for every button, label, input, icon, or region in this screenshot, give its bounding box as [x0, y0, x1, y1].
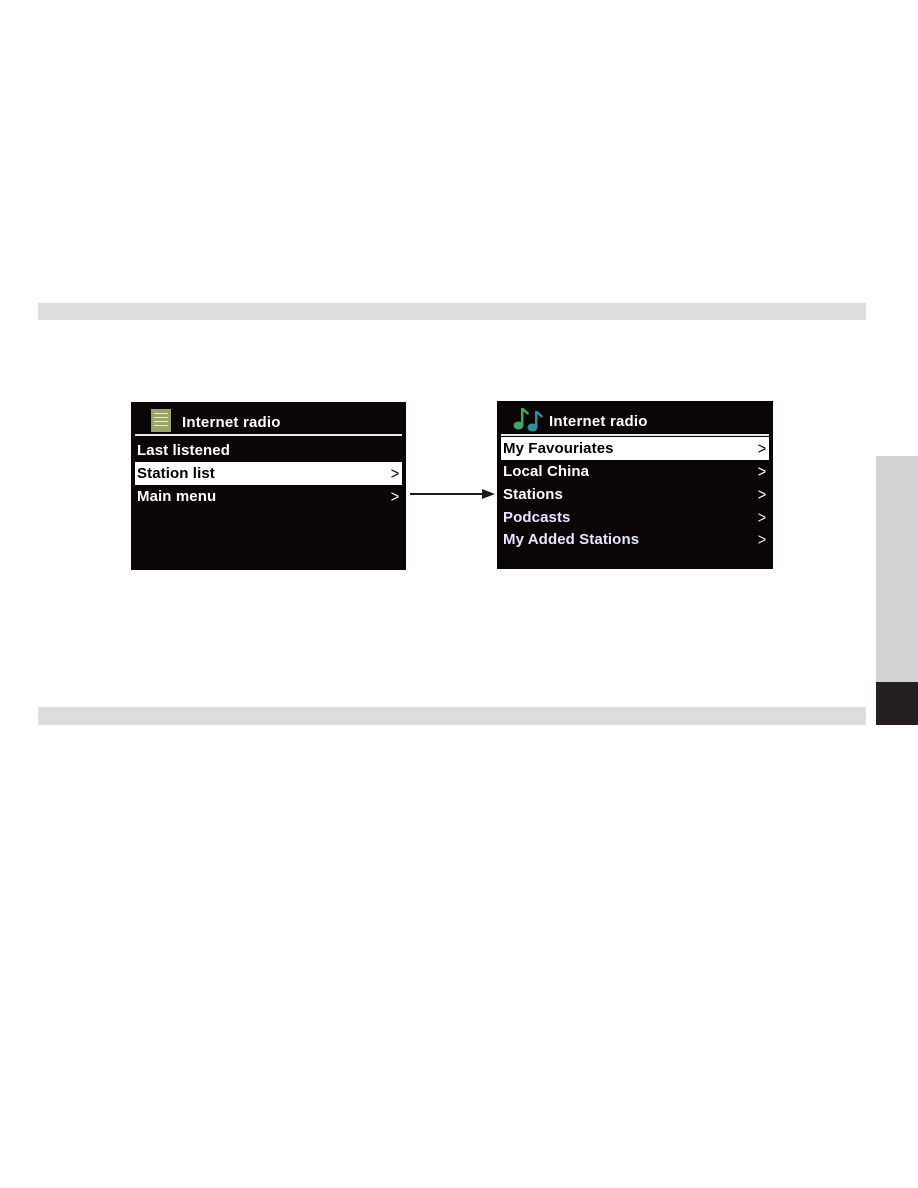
menu-item-label: Local China: [503, 463, 590, 480]
menu-list-icon: [151, 409, 171, 432]
chapter-side-tab: [876, 456, 918, 682]
chevron-right-icon: >: [390, 464, 400, 483]
menu-item-stations[interactable]: Stations >: [501, 483, 769, 506]
flow-arrow-icon: [410, 489, 495, 499]
menu-list: My Favouriates > Local China > Stations …: [501, 437, 769, 551]
music-notes-icon: [513, 408, 543, 432]
section-header-bar: [38, 707, 866, 725]
chevron-right-icon: >: [757, 462, 767, 481]
menu-item-label: My Favouriates: [503, 440, 614, 457]
chevron-right-icon: >: [757, 508, 767, 527]
menu-item-my-favourites[interactable]: My Favouriates >: [501, 437, 769, 460]
screen-title: Internet radio: [182, 414, 281, 431]
menu-item-label: My Added Stations: [503, 531, 640, 548]
screen-header: Internet radio: [497, 401, 773, 436]
screen-title: Internet radio: [549, 413, 648, 430]
header-divider: [501, 434, 769, 436]
chapter-side-tab-marker: [876, 682, 918, 725]
screen-header: Internet radio: [131, 402, 406, 436]
chevron-right-icon: >: [757, 439, 767, 458]
menu-list: Last listened Station list > Main menu >: [135, 439, 402, 508]
device-screen-station-list: Internet radio My Favouriates > Local Ch…: [497, 401, 773, 569]
menu-item-local-china[interactable]: Local China >: [501, 460, 769, 483]
chevron-right-icon: >: [757, 485, 767, 504]
menu-item-label: Main menu: [137, 488, 217, 505]
menu-item-label: Podcasts: [503, 509, 571, 526]
menu-item-last-listened[interactable]: Last listened: [135, 439, 402, 462]
chevron-right-icon: >: [390, 487, 400, 506]
menu-item-my-added-stations[interactable]: My Added Stations >: [501, 528, 769, 551]
menu-item-main-menu[interactable]: Main menu >: [135, 485, 402, 508]
menu-item-label: Station list: [137, 465, 215, 482]
menu-item-station-list[interactable]: Station list >: [135, 462, 402, 485]
menu-item-label: Last listened: [137, 442, 230, 459]
menu-item-podcasts[interactable]: Podcasts >: [501, 506, 769, 528]
device-screen-internet-radio: Internet radio Last listened Station lis…: [131, 402, 406, 570]
menu-item-label: Stations: [503, 486, 563, 503]
section-header-bar: [38, 303, 866, 320]
chevron-right-icon: >: [757, 530, 767, 549]
header-divider: [135, 434, 402, 436]
